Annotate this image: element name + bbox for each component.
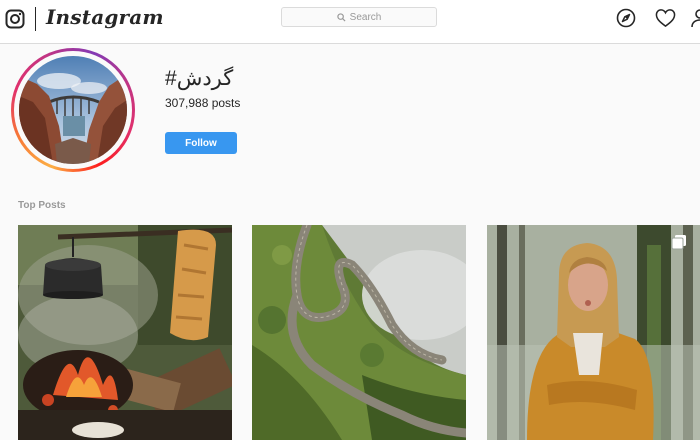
campfire-photo [18,225,232,440]
instagram-camera-icon[interactable] [5,9,25,29]
hashtag-title: #گردش [165,67,234,90]
post-thumbnail-campfire[interactable] [18,225,232,440]
hashtag-avatar [11,48,135,172]
explore-compass-icon[interactable] [616,8,636,28]
posts-count: 307,988 posts [165,96,241,110]
search-icon [336,12,346,22]
activity-heart-icon[interactable] [655,8,676,28]
avatar-border [14,51,132,169]
avatar-canyon-bridge-image [19,56,127,164]
top-navigation-bar: Instagram Search [0,0,700,44]
profile-icon[interactable] [690,8,700,28]
nav-divider [35,7,36,31]
follow-button[interactable]: Follow [165,132,237,154]
woman-forest-photo [487,225,700,440]
search-input[interactable]: Search [281,7,437,27]
top-posts-heading: Top Posts [18,200,66,211]
mountain-road-photo [252,225,466,440]
multiple-photos-icon [671,235,686,250]
post-thumbnail-mountain-road[interactable] [252,225,466,440]
instagram-wordmark[interactable]: Instagram [46,5,164,29]
search-placeholder: Search [349,11,382,23]
post-thumbnail-woman-forest[interactable] [487,225,700,440]
